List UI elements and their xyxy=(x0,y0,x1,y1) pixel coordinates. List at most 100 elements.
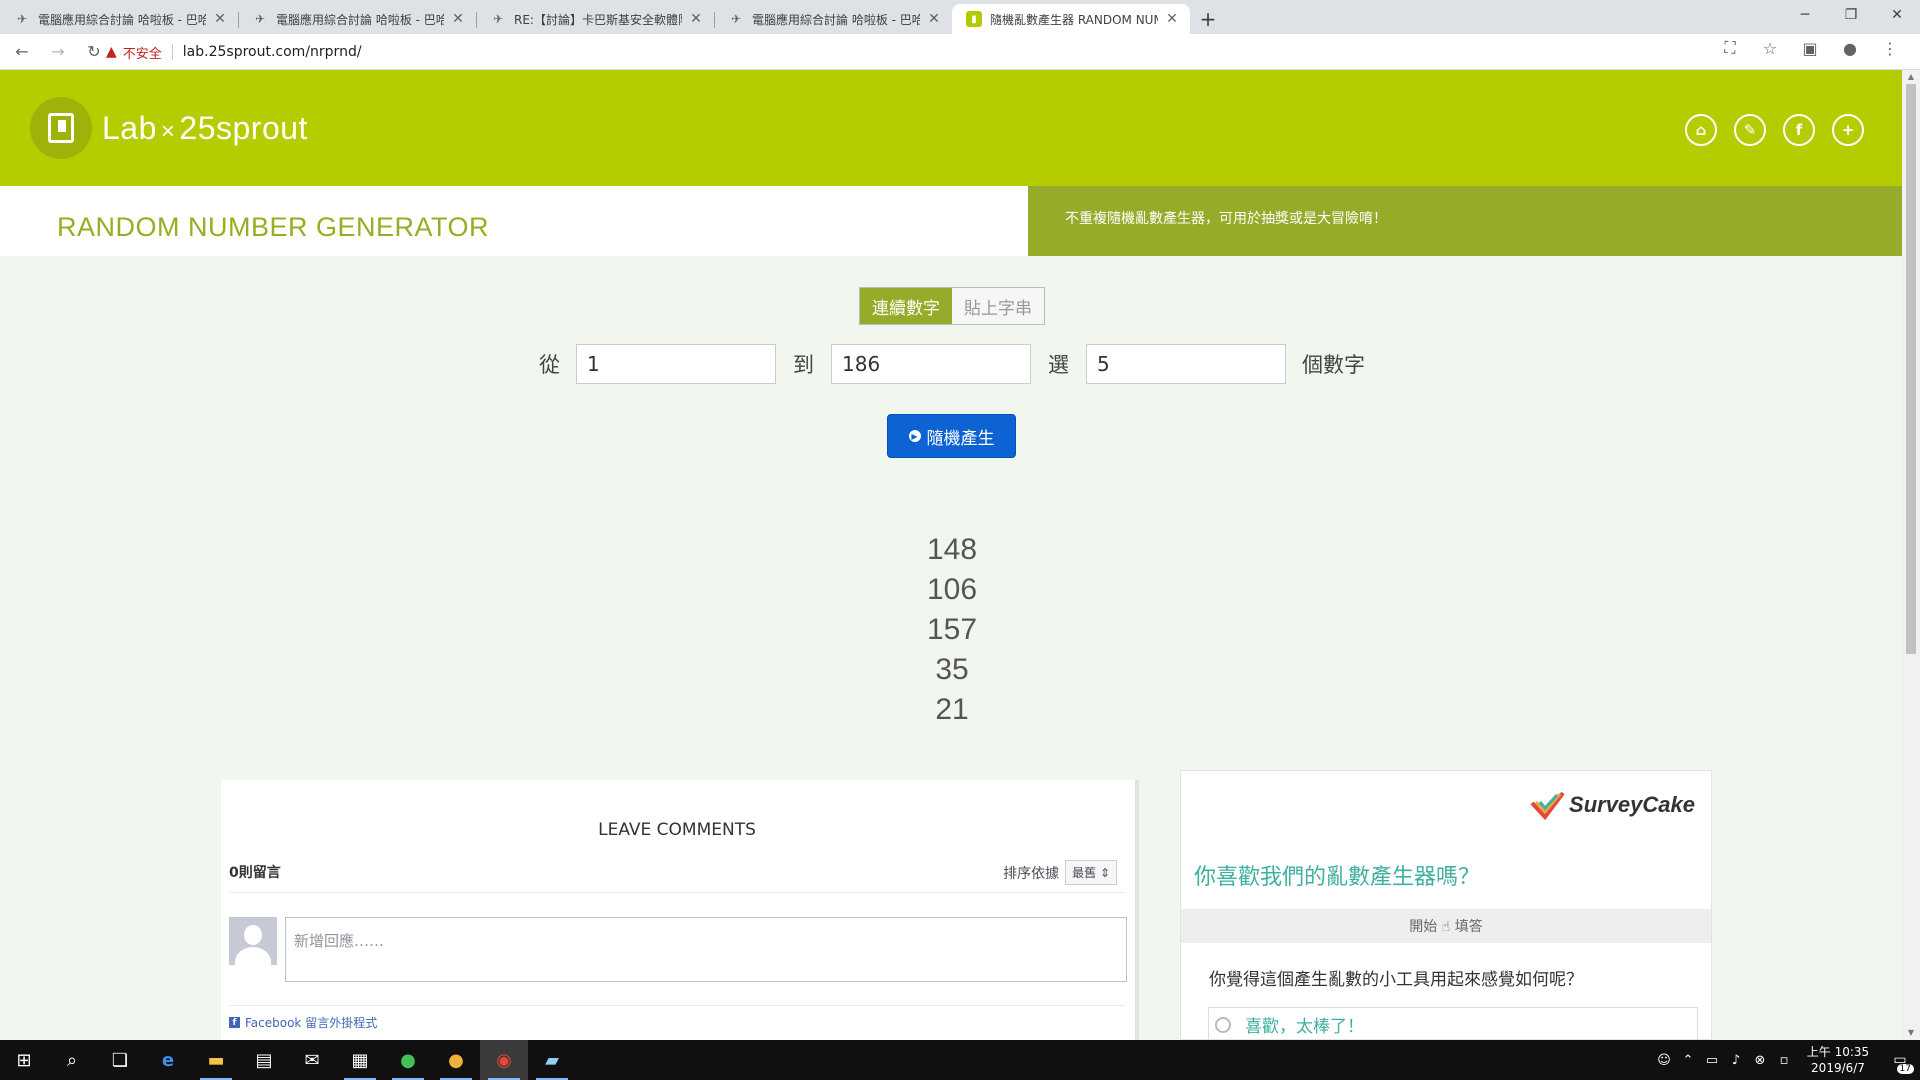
line-app-icon[interactable]: ● xyxy=(384,1040,432,1080)
generate-button[interactable]: ▶ 隨機產生 xyxy=(887,414,1016,458)
facebook-icon[interactable]: f xyxy=(1783,114,1815,146)
to-input[interactable]: 186 xyxy=(831,344,1031,384)
mail-icon[interactable]: ✉ xyxy=(288,1040,336,1080)
sort-select[interactable]: 最舊 ⇕ xyxy=(1065,860,1117,885)
home-icon[interactable]: ⌂ xyxy=(1685,114,1717,146)
game-app-icon[interactable]: ● xyxy=(432,1040,480,1080)
logo-lab: Lab xyxy=(102,109,157,146)
divider xyxy=(229,892,1125,893)
sort-control: 排序依據 最舊 ⇕ xyxy=(1003,860,1117,885)
people-icon[interactable]: ☺ xyxy=(1652,1053,1676,1068)
facebook-icon: f xyxy=(229,1017,240,1028)
comment-input[interactable]: 新增回應…… xyxy=(285,917,1127,982)
windows-start-icon[interactable]: ⊞ xyxy=(0,1040,48,1080)
browser-tab-bar: ✈ 電腦應用綜合討論 哈啦板 - 巴哈姆特 ✕ ✈ 電腦應用綜合討論 哈啦板 -… xyxy=(0,0,1920,34)
survey-sub-question: 你覺得這個產生亂數的小工具用起來感覺如何呢？ xyxy=(1209,970,1583,990)
browser-tab-2[interactable]: ✈ 電腦應用綜合討論 哈啦板 - 巴哈姆特 ✕ xyxy=(238,4,476,34)
reload-icon[interactable]: ↻ xyxy=(80,38,108,66)
comments-title: LEAVE COMMENTS xyxy=(598,820,756,840)
app-icon[interactable]: ▦ xyxy=(336,1040,384,1080)
maximize-icon[interactable]: ❐ xyxy=(1828,0,1874,30)
comments-panel: LEAVE COMMENTS 0則留言 排序依據 最舊 ⇕ 新增回應…… f F… xyxy=(221,780,1139,1040)
avatar xyxy=(229,917,277,965)
back-arrow-icon[interactable]: ← xyxy=(8,38,36,66)
browser-tab-5-active[interactable]: ▮ 隨機亂數產生器 RANDOM NUMBER ✕ xyxy=(952,4,1190,34)
menu-dots-icon[interactable]: ⋮ xyxy=(1870,39,1910,58)
description-text: 不重複隨機亂數產生器，可用於抽獎或是大冒險唷！ xyxy=(1065,211,1387,227)
result-number: 35 xyxy=(935,653,969,686)
clock[interactable]: 上午 10:35 2019/6/7 xyxy=(1796,1044,1880,1076)
store-icon[interactable]: ▤ xyxy=(240,1040,288,1080)
edge-icon[interactable]: e xyxy=(144,1040,192,1080)
plugin-label: Facebook 留言外掛程式 xyxy=(245,1016,378,1030)
translate-icon[interactable]: ⛶ xyxy=(1710,38,1750,58)
cup-logo-icon xyxy=(30,97,92,159)
range-row: 從 1 到 186 選 5 個數字 xyxy=(539,344,1365,384)
scroll-down-icon[interactable]: ▼ xyxy=(1902,1026,1920,1040)
extension-icon[interactable]: ▣ xyxy=(1790,39,1830,58)
surveycake-logo[interactable]: SurveyCake xyxy=(1529,787,1695,823)
tab-close-icon[interactable]: ✕ xyxy=(212,11,228,27)
chevron-up-icon[interactable]: ⌃ xyxy=(1676,1053,1700,1068)
network-icon[interactable]: ▭ xyxy=(1700,1053,1724,1068)
bookmark-star-icon[interactable]: ☆ xyxy=(1750,39,1790,58)
clock-time: 上午 10:35 xyxy=(1806,1045,1870,1059)
warning-icon: ▲ xyxy=(106,44,117,60)
clock-date: 2019/6/7 xyxy=(1811,1061,1865,1075)
chrome-icon[interactable]: ◉ xyxy=(480,1040,528,1080)
result-number: 106 xyxy=(926,573,978,606)
sprout-favicon-icon: ▮ xyxy=(966,11,982,27)
mode-toggle: 連續數字 貼上字串 xyxy=(859,287,1045,325)
radio-icon[interactable] xyxy=(1215,1016,1231,1033)
mode-paste-button[interactable]: 貼上字串 xyxy=(952,288,1044,324)
tab-title: 隨機亂數產生器 RANDOM NUMBER xyxy=(990,12,1158,27)
from-input[interactable]: 1 xyxy=(576,344,776,384)
site-logo[interactable]: Lab × 25sprout xyxy=(30,97,308,159)
facebook-plugin-link[interactable]: f Facebook 留言外掛程式 xyxy=(229,1014,377,1031)
input-method-icon[interactable]: ▫ xyxy=(1772,1053,1796,1068)
tab-close-icon[interactable]: ✕ xyxy=(926,11,942,27)
result-number: 148 xyxy=(926,533,978,566)
task-view-icon[interactable]: ❏ xyxy=(96,1040,144,1080)
search-icon[interactable]: ⌕ xyxy=(48,1040,96,1080)
browser-tab-1[interactable]: ✈ 電腦應用綜合討論 哈啦板 - 巴哈姆特 ✕ xyxy=(0,4,238,34)
option-label: 喜歡，太棒了！ xyxy=(1245,1017,1364,1037)
survey-widget: SurveyCake 你喜歡我們的亂數產生器嗎？ 開始 ☝ 填答 你覺得這個產生… xyxy=(1180,770,1712,1041)
tab-title: RE:【討論】卡巴斯基安全軟體限時免費 xyxy=(514,12,682,27)
logo-cross: × xyxy=(160,117,176,145)
notification-icon[interactable]: ▭ 17 xyxy=(1880,1040,1920,1080)
pen-icon[interactable]: ✎ xyxy=(1734,114,1766,146)
profile-icon[interactable]: ● xyxy=(1830,39,1870,58)
scroll-up-icon[interactable]: ▲ xyxy=(1902,70,1920,84)
surveycake-name: SurveyCake xyxy=(1569,792,1695,817)
forward-arrow-icon[interactable]: → xyxy=(44,38,72,66)
tab-close-icon[interactable]: ✕ xyxy=(450,11,466,27)
scroll-thumb[interactable] xyxy=(1906,84,1916,654)
survey-start-button[interactable]: 開始 ☝ 填答 xyxy=(1181,909,1711,943)
logo-text: Lab × 25sprout xyxy=(102,110,308,147)
notepad-icon[interactable]: ▰ xyxy=(528,1040,576,1080)
new-tab-button[interactable]: + xyxy=(1194,4,1222,34)
file-explorer-icon[interactable]: ▬ xyxy=(192,1040,240,1080)
results-list: 148 106 157 35 21 xyxy=(852,530,1052,730)
url-text[interactable]: lab.25sprout.com/nrprnd/ xyxy=(183,44,362,60)
address-bar[interactable]: ▲ 不安全 lab.25sprout.com/nrprnd/ xyxy=(106,38,1786,66)
minimize-icon[interactable]: ─ xyxy=(1782,0,1828,30)
toolbar-actions: ⛶ ☆ ▣ ● ⋮ xyxy=(1710,38,1910,58)
count-input[interactable]: 5 xyxy=(1086,344,1286,384)
plus-icon[interactable]: + xyxy=(1832,114,1864,146)
close-window-icon[interactable]: ✕ xyxy=(1874,0,1920,30)
security-icon[interactable]: ⊗ xyxy=(1748,1053,1772,1068)
tab-close-icon[interactable]: ✕ xyxy=(1164,11,1180,27)
from-label: 從 xyxy=(539,353,560,377)
page-scrollbar[interactable]: ▲ ▼ xyxy=(1902,70,1920,1040)
browser-tab-4[interactable]: ✈ 電腦應用綜合討論 哈啦板 - 巴哈姆特 ✕ xyxy=(714,4,952,34)
insecure-label: 不安全 xyxy=(122,46,162,62)
mode-sequential-button[interactable]: 連續數字 xyxy=(860,288,952,324)
tab-close-icon[interactable]: ✕ xyxy=(688,11,704,27)
header-icon-group: ⌂ ✎ f + xyxy=(1685,114,1864,146)
volume-icon[interactable]: ♪ xyxy=(1724,1053,1748,1068)
browser-tab-3[interactable]: ✈ RE:【討論】卡巴斯基安全軟體限時免費 ✕ xyxy=(476,4,714,34)
play-circle-icon: ▶ xyxy=(908,430,921,442)
survey-option[interactable]: 喜歡，太棒了！ xyxy=(1208,1007,1698,1041)
